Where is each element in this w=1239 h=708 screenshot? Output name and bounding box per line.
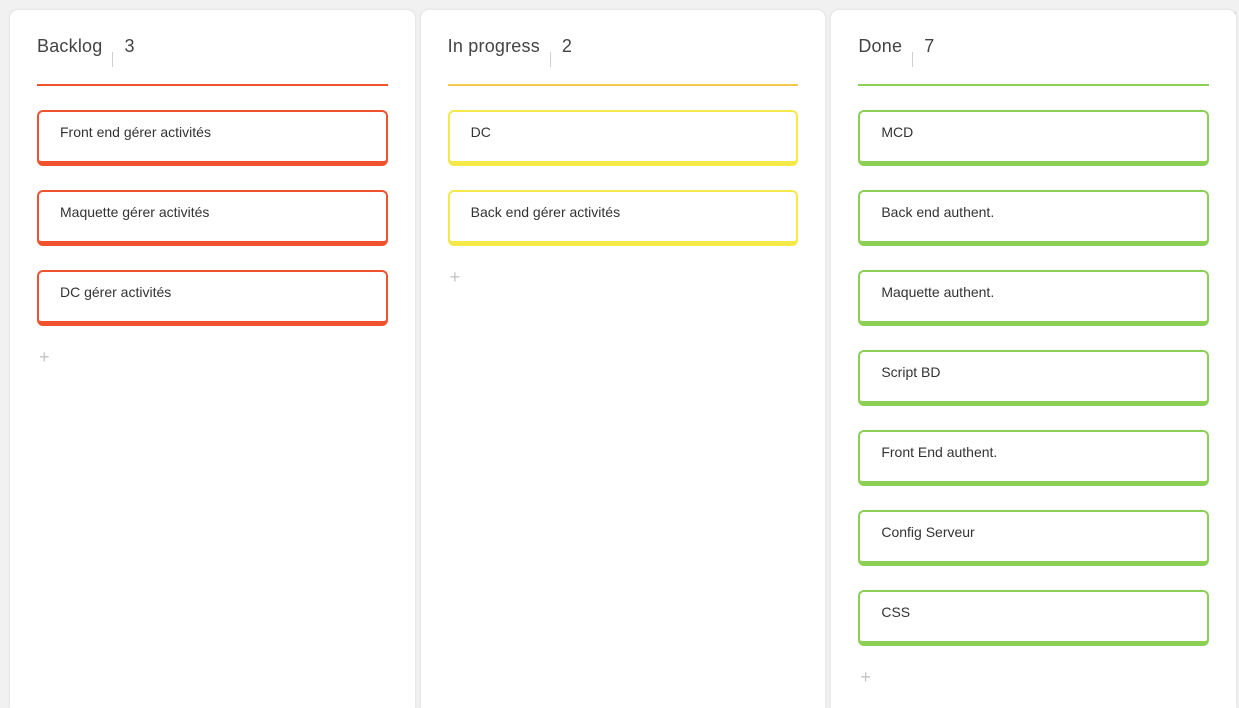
task-card[interactable]: Back end gérer activités xyxy=(447,190,799,246)
column-title: Done xyxy=(858,36,903,56)
task-card[interactable]: Back end authent. xyxy=(858,190,1210,246)
column-divider xyxy=(858,84,1210,86)
task-card[interactable]: Front End authent. xyxy=(858,430,1210,486)
column-in-progress: In progress 2 DC Back end gérer activité… xyxy=(420,10,826,708)
column-divider xyxy=(447,84,799,86)
column-divider xyxy=(37,84,388,86)
column-header: Backlog 3 xyxy=(37,10,388,84)
column-header: Done 7 xyxy=(858,10,1209,84)
task-card[interactable]: Config Serveur xyxy=(858,510,1210,566)
task-card[interactable]: DC gérer activités xyxy=(37,270,388,326)
task-card[interactable]: Script BD xyxy=(858,350,1210,406)
task-card[interactable]: DC xyxy=(447,110,799,166)
column-title: In progress xyxy=(447,36,540,56)
task-card[interactable]: MCD xyxy=(858,110,1210,166)
header-separator xyxy=(112,51,114,67)
task-card[interactable]: CSS xyxy=(858,590,1210,646)
column-done: Done 7 MCD Back end authent. Maquette au… xyxy=(831,10,1237,708)
add-card-icon[interactable]: + xyxy=(860,668,871,686)
column-header: In progress 2 xyxy=(448,10,799,84)
header-separator xyxy=(912,51,914,67)
task-card[interactable]: Front end gérer activités xyxy=(37,110,388,166)
column-count: 7 xyxy=(924,36,935,56)
kanban-board: Backlog 3 Front end gérer activités Maqu… xyxy=(10,10,1237,708)
task-card[interactable]: Maquette authent. xyxy=(858,270,1210,326)
column-count: 3 xyxy=(124,36,135,56)
add-card-icon[interactable]: + xyxy=(450,268,461,286)
add-card-icon[interactable]: + xyxy=(39,348,50,366)
header-separator xyxy=(549,51,551,67)
column-title: Backlog xyxy=(37,36,103,56)
column-backlog: Backlog 3 Front end gérer activités Maqu… xyxy=(10,10,415,708)
column-count: 2 xyxy=(561,36,573,56)
task-card[interactable]: Maquette gérer activités xyxy=(37,190,388,246)
